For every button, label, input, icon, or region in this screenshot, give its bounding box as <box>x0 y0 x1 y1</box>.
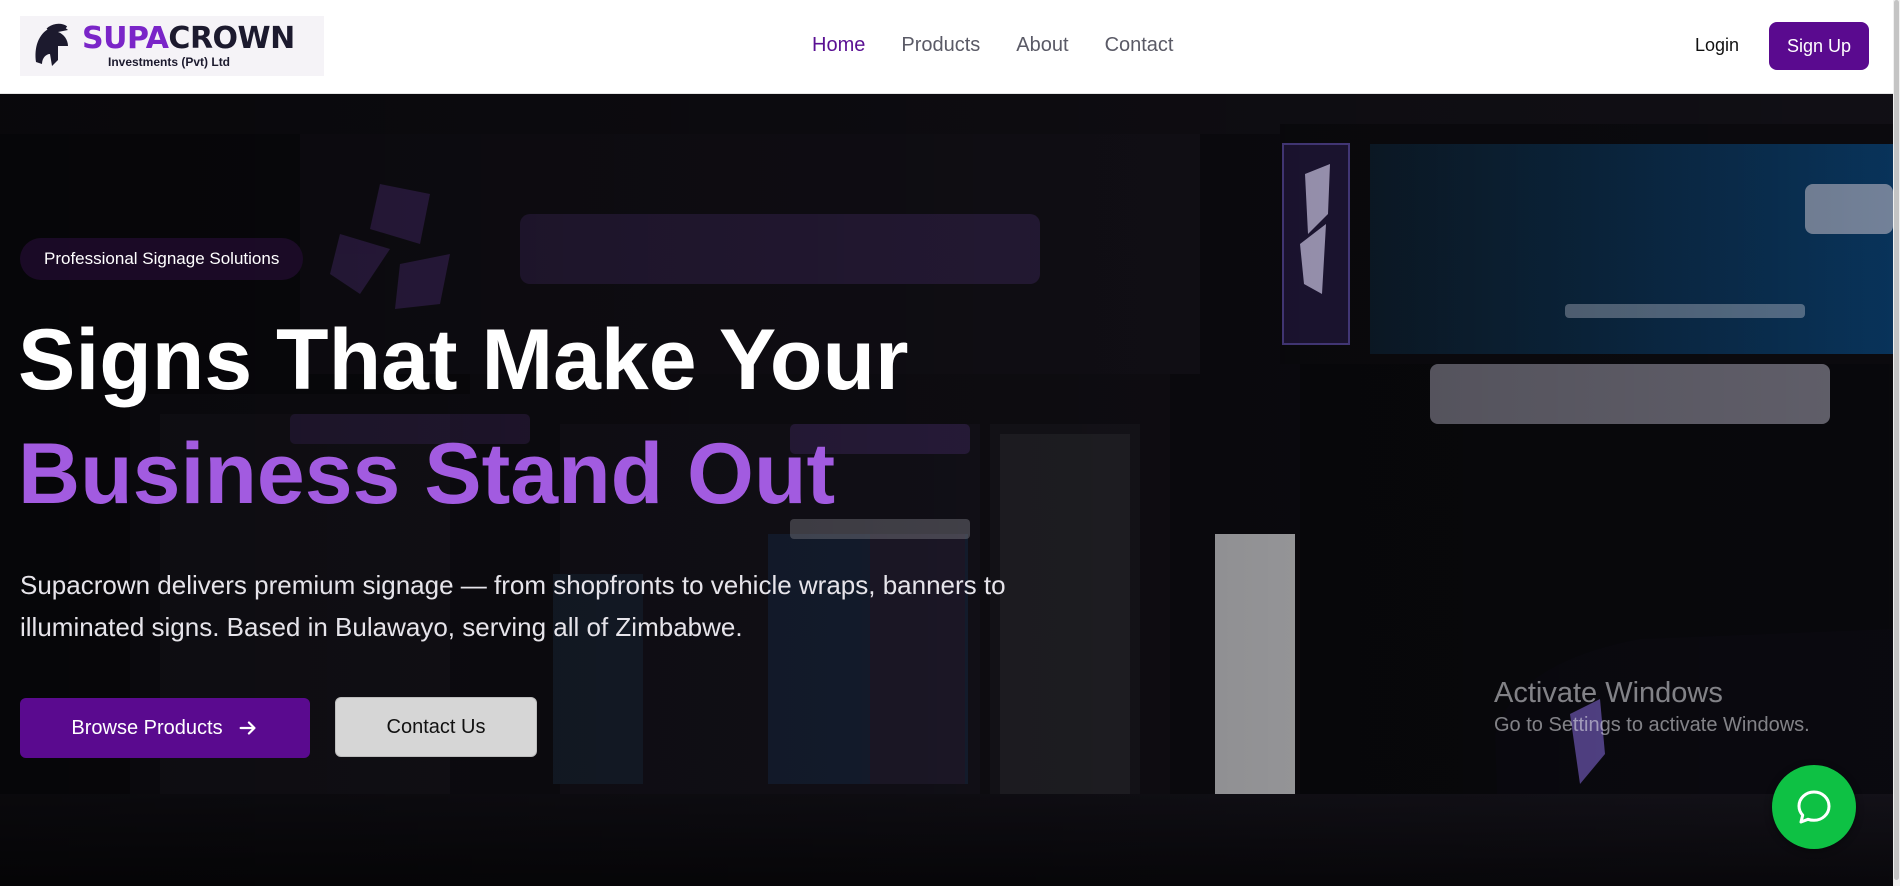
spartan-helmet-icon <box>35 23 68 66</box>
arrow-right-icon <box>239 721 256 735</box>
hero-headline-line2: Business Stand Out <box>18 426 836 522</box>
activate-windows-title: Activate Windows <box>1494 677 1723 709</box>
hero-headline-line1: Signs That Make Your <box>18 312 909 408</box>
browse-products-button[interactable]: Browse Products <box>20 698 310 758</box>
hero-section: Professional Signage Solutions Signs Tha… <box>0 94 1893 886</box>
hero-badge: Professional Signage Solutions <box>20 238 304 280</box>
chat-bubble-icon <box>1797 790 1831 824</box>
login-link[interactable]: Login <box>1695 34 1739 56</box>
page-scrollbar[interactable] <box>1893 0 1900 886</box>
contact-us-button[interactable]: Contact Us <box>335 697 537 757</box>
brand-subtitle: Investments (Pvt) Ltd <box>108 55 231 69</box>
nav-item-about[interactable]: About <box>1016 30 1068 60</box>
hero-description: Supacrown delivers premium signage — fro… <box>20 570 1006 642</box>
brand-name: SUPACROWN <box>82 21 295 56</box>
main-nav: Home Products About Contact <box>812 30 1210 60</box>
nav-item-contact[interactable]: Contact <box>1105 30 1174 60</box>
browse-products-label: Browse Products <box>71 716 223 739</box>
brand-wordmark: SUPACROWN Investments (Pvt) Ltd <box>82 20 312 72</box>
nav-item-products[interactable]: Products <box>901 30 980 60</box>
chat-button[interactable] <box>1772 765 1856 849</box>
site-header: SUPACROWN Investments (Pvt) Ltd Home Pro… <box>0 0 1900 94</box>
windows-activation-watermark: Activate Windows Go to Settings to activ… <box>1494 676 1810 740</box>
activate-windows-subtitle: Go to Settings to activate Windows. <box>1494 714 1810 736</box>
signup-button[interactable]: Sign Up <box>1769 22 1869 70</box>
brand-logo[interactable]: SUPACROWN Investments (Pvt) Ltd <box>20 16 324 76</box>
scrollbar-thumb[interactable] <box>1894 0 1899 880</box>
nav-item-home[interactable]: Home <box>812 30 865 60</box>
